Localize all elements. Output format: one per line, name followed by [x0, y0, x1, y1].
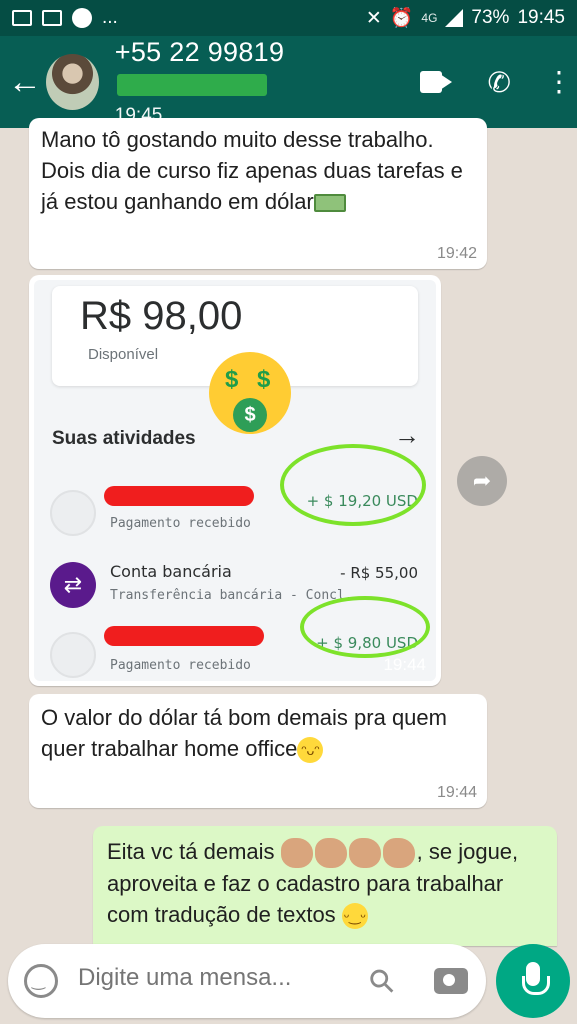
activities-title: Suas atividades — [52, 428, 196, 449]
contact-name: +55 22 99819 — [115, 37, 420, 99]
chat-header: ← +55 22 99819 19:45 ✆ ⋮ — [0, 36, 577, 128]
clapping-hands-emoji — [348, 838, 381, 869]
image-notification-icon — [42, 10, 62, 26]
signal-icon — [445, 9, 464, 27]
video-call-icon[interactable] — [419, 71, 454, 93]
network-type: 4G — [421, 11, 438, 25]
message-time: 19:44 — [383, 655, 426, 674]
status-bar: ... ✕ ⏰ 4G 73% 19:45 — [0, 0, 577, 36]
message-bubble-incoming[interactable]: Mano tô gostando muito desse trabalho. D… — [29, 118, 487, 269]
microphone-button[interactable] — [496, 944, 570, 1018]
money-bill-emoji — [313, 194, 346, 213]
highlight-circle — [300, 596, 430, 658]
money-mouth-face-emoji: $ $ $ — [209, 352, 291, 434]
activity-subtitle: Pagamento recebido — [110, 658, 251, 673]
activity-subtitle: Pagamento recebido — [110, 516, 251, 531]
payment-icon — [50, 632, 96, 678]
gallery-notification-icon — [12, 10, 32, 26]
more-notifications-indicator: ... — [102, 7, 118, 28]
highlight-circle — [280, 444, 426, 526]
payment-icon — [50, 490, 96, 536]
balance-amount: R$ 98,00 — [80, 294, 243, 338]
clock: 19:45 — [517, 7, 565, 28]
clapping-hands-emoji — [382, 838, 415, 869]
name-redaction — [104, 626, 264, 646]
back-arrow-icon[interactable]: ← — [4, 36, 46, 128]
more-options-icon[interactable]: ⋮ — [545, 68, 573, 96]
arrow-right-icon: → — [394, 420, 420, 450]
activity-amount: - R$ 55,00 — [340, 564, 418, 582]
alarm-icon: ⏰ — [389, 8, 414, 29]
forward-icon[interactable]: ➦ — [457, 456, 507, 506]
app-notification-icon — [72, 8, 92, 28]
contact-info[interactable]: +55 22 99819 19:45 — [115, 37, 420, 127]
activity-name: Conta bancária — [110, 562, 232, 581]
avatar[interactable] — [45, 54, 99, 110]
name-redaction — [104, 486, 254, 506]
message-input[interactable] — [78, 964, 348, 992]
message-text: Eita vc tá demais , se jogue, aproveita … — [107, 836, 543, 930]
battery-percent: 73% — [471, 7, 510, 28]
message-text: Mano tô gostando muito desse trabalho. D… — [41, 127, 463, 214]
emoji-icon[interactable] — [24, 964, 58, 998]
message-text: O valor do dólar tá bom demais pra quem … — [41, 702, 475, 764]
message-bubble-outgoing[interactable]: Eita vc tá demais , se jogue, aproveita … — [93, 826, 557, 946]
screenshot-image[interactable]: R$ 98,00 Disponível $ $ $ Suas atividade… — [34, 280, 436, 681]
image-message[interactable]: R$ 98,00 Disponível $ $ $ Suas atividade… — [29, 275, 441, 686]
phone-icon[interactable]: ✆ — [488, 66, 511, 99]
message-bubble-incoming[interactable]: O valor do dólar tá bom demais pra quem … — [29, 694, 487, 808]
name-redaction — [116, 73, 267, 96]
grinning-face-emoji: ᵔᴗᵔ — [297, 737, 324, 764]
balance-label: Disponível — [88, 346, 159, 363]
message-time: 19:44 — [436, 784, 477, 801]
camera-icon[interactable] — [434, 968, 468, 994]
bank-transfer-icon: ⇄ — [50, 562, 96, 608]
message-composer: ⚲ — [8, 944, 486, 1018]
clapping-hands-emoji — [280, 838, 313, 869]
attachment-icon[interactable]: ⚲ — [360, 959, 403, 1002]
message-time: 19:42 — [436, 245, 477, 262]
mute-icon: ✕ — [365, 7, 382, 29]
clapping-hands-emoji — [314, 838, 347, 869]
smirking-face-emoji: ᵕ‿ᵕ — [341, 903, 368, 930]
